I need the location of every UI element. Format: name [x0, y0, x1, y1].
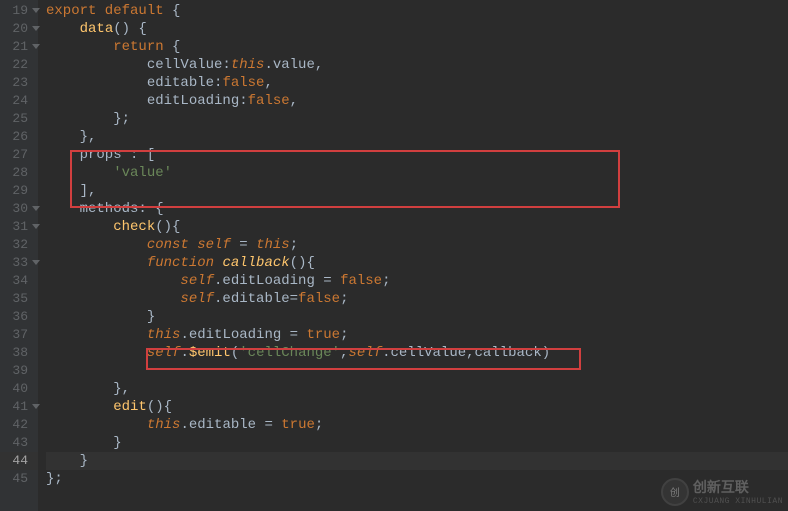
- line-number: 20: [0, 20, 38, 38]
- line-number: 40: [0, 380, 38, 398]
- watermark-main-text: 创新互联: [693, 477, 783, 497]
- line-number: 45: [0, 470, 38, 488]
- line-gutter: 1920212223242526272829303132333435363738…: [0, 0, 38, 511]
- line-number: 26: [0, 128, 38, 146]
- code-line[interactable]: },: [46, 128, 788, 146]
- line-number: 23: [0, 74, 38, 92]
- code-line[interactable]: this.editLoading = true;: [46, 326, 788, 344]
- line-number: 31: [0, 218, 38, 236]
- code-content[interactable]: export default { data() { return { cellV…: [38, 0, 788, 511]
- line-number: 44: [0, 452, 38, 470]
- line-number: 34: [0, 272, 38, 290]
- code-line[interactable]: this.editable = true;: [46, 416, 788, 434]
- line-number: 19: [0, 2, 38, 20]
- line-number: 41: [0, 398, 38, 416]
- line-number: 35: [0, 290, 38, 308]
- code-line[interactable]: [46, 362, 788, 380]
- line-number: 32: [0, 236, 38, 254]
- code-line[interactable]: data() {: [46, 20, 788, 38]
- code-line[interactable]: self.editLoading = false;: [46, 272, 788, 290]
- line-number: 43: [0, 434, 38, 452]
- code-line[interactable]: cellValue:this.value,: [46, 56, 788, 74]
- code-line[interactable]: export default {: [46, 2, 788, 20]
- code-editor[interactable]: 1920212223242526272829303132333435363738…: [0, 0, 788, 511]
- line-number: 42: [0, 416, 38, 434]
- code-line[interactable]: props : [: [46, 146, 788, 164]
- line-number: 21: [0, 38, 38, 56]
- code-line[interactable]: editable:false,: [46, 74, 788, 92]
- line-number: 39: [0, 362, 38, 380]
- line-number: 27: [0, 146, 38, 164]
- code-line[interactable]: self.$emit('cellChange',self.cellValue,c…: [46, 344, 788, 362]
- code-line[interactable]: 'value': [46, 164, 788, 182]
- line-number: 36: [0, 308, 38, 326]
- line-number: 29: [0, 182, 38, 200]
- code-line[interactable]: edit(){: [46, 398, 788, 416]
- code-line[interactable]: };: [46, 110, 788, 128]
- code-line[interactable]: function callback(){: [46, 254, 788, 272]
- line-number: 22: [0, 56, 38, 74]
- code-line[interactable]: editLoading:false,: [46, 92, 788, 110]
- code-line[interactable]: methods: {: [46, 200, 788, 218]
- watermark: 创 创新互联 CXJUANG XINHULIAN: [661, 477, 783, 506]
- watermark-icon: 创: [661, 478, 689, 506]
- code-line[interactable]: const self = this;: [46, 236, 788, 254]
- line-number: 28: [0, 164, 38, 182]
- code-line[interactable]: self.editable=false;: [46, 290, 788, 308]
- line-number: 24: [0, 92, 38, 110]
- line-number: 30: [0, 200, 38, 218]
- code-line[interactable]: }: [46, 434, 788, 452]
- code-line[interactable]: },: [46, 380, 788, 398]
- line-number: 25: [0, 110, 38, 128]
- line-number: 37: [0, 326, 38, 344]
- line-number: 38: [0, 344, 38, 362]
- watermark-sub-text: CXJUANG XINHULIAN: [693, 497, 783, 506]
- code-line[interactable]: }: [46, 308, 788, 326]
- code-line[interactable]: return {: [46, 38, 788, 56]
- code-line[interactable]: }: [46, 452, 788, 470]
- line-number: 33: [0, 254, 38, 272]
- code-line[interactable]: ],: [46, 182, 788, 200]
- code-line[interactable]: check(){: [46, 218, 788, 236]
